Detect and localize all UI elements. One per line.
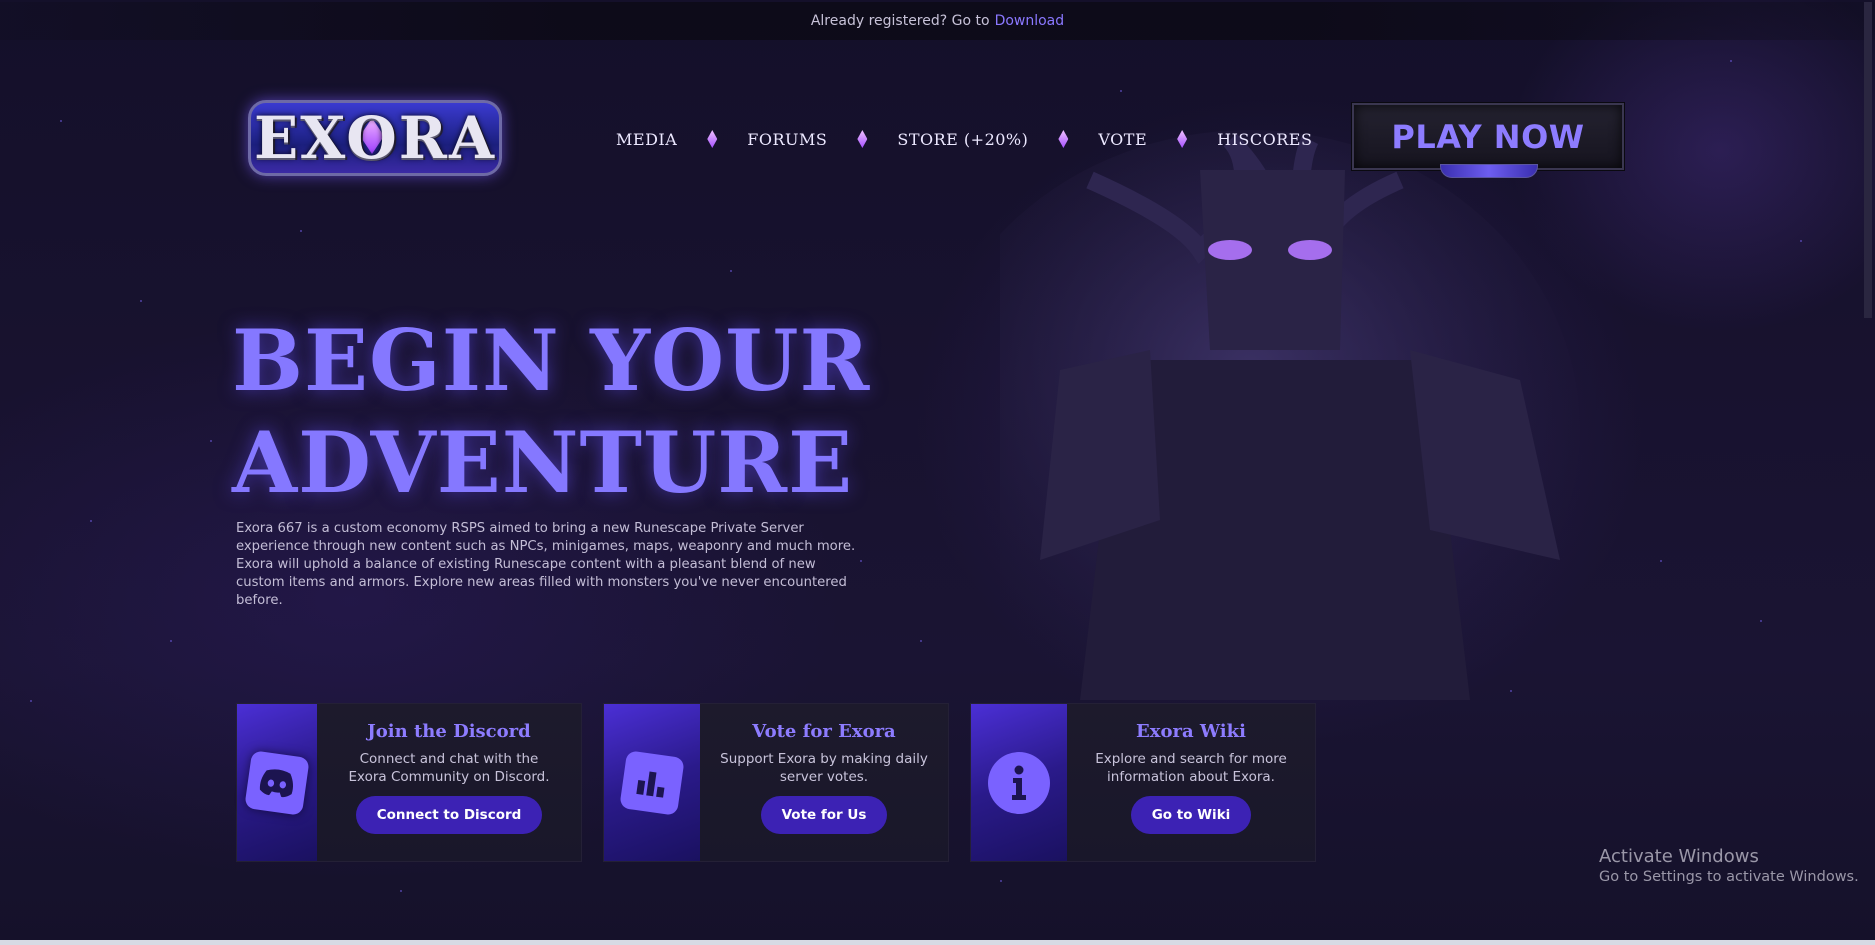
activate-windows-watermark: Activate Windows Go to Settings to activ… (1599, 846, 1859, 885)
nav-store[interactable]: STORE (+20%) (897, 130, 1028, 149)
main-nav: MEDIA FORUMS STORE (+20%) VOTE HISCORES (616, 124, 1312, 154)
discord-card: Join the Discord Connect and chat with t… (236, 703, 582, 862)
download-link[interactable]: Download (995, 13, 1065, 29)
exora-logo[interactable]: EXORA (242, 90, 508, 186)
card-body: Join the Discord Connect and chat with t… (317, 704, 581, 861)
info-icon (988, 751, 1050, 814)
activate-windows-subtitle: Go to Settings to activate Windows. (1599, 869, 1859, 885)
card-title: Exora Wiki (1136, 721, 1246, 742)
card-icon-panel (971, 704, 1067, 861)
nav-forums[interactable]: FORUMS (747, 130, 827, 149)
hero-title-line2: ADVENTURE (232, 413, 854, 512)
wiki-card: Exora Wiki Explore and search for more i… (970, 703, 1316, 862)
scrollbar-thumb[interactable] (1864, 2, 1872, 318)
registered-text: Already registered? Go to (810, 13, 990, 29)
play-now-label: PLAY NOW (1391, 117, 1585, 156)
card-title: Vote for Exora (752, 721, 896, 742)
diamond-separator-icon (1058, 130, 1069, 148)
feature-cards: Join the Discord Connect and chat with t… (236, 703, 1316, 862)
diamond-separator-icon (857, 130, 868, 148)
nav-hiscores[interactable]: HISCORES (1217, 130, 1312, 149)
go-to-wiki-button[interactable]: Go to Wiki (1130, 796, 1252, 834)
hero-title-line1: BEGIN YOUR (232, 311, 871, 410)
chart-icon (619, 749, 685, 816)
vote-card: Vote for Exora Support Exora by making d… (603, 703, 949, 862)
hero-title: BEGIN YOUR ADVENTURE (232, 310, 952, 514)
activate-windows-title: Activate Windows (1599, 846, 1759, 867)
nav-media[interactable]: MEDIA (616, 130, 677, 149)
card-title: Join the Discord (367, 721, 531, 742)
logo-text: EXORA (254, 104, 496, 172)
card-text: Explore and search for more information … (1095, 751, 1287, 785)
card-icon-panel (604, 704, 700, 861)
connect-discord-button[interactable]: Connect to Discord (355, 796, 543, 834)
play-now-button[interactable]: PLAY NOW (1351, 102, 1625, 171)
diamond-separator-icon (707, 130, 718, 148)
card-text: Support Exora by making daily server vot… (720, 751, 928, 785)
play-button-ornament (1440, 164, 1538, 178)
card-body: Exora Wiki Explore and search for more i… (1067, 704, 1315, 861)
demon-knight-illustration (1000, 130, 1580, 700)
card-text: Connect and chat with the Exora Communit… (348, 751, 550, 785)
diamond-separator-icon (1177, 130, 1188, 148)
taskbar-edge (0, 940, 1875, 945)
card-body: Vote for Exora Support Exora by making d… (700, 704, 948, 861)
nav-vote[interactable]: VOTE (1098, 130, 1147, 149)
card-icon-panel (237, 704, 317, 861)
discord-icon (244, 749, 310, 816)
top-announcement-bar: Already registered? Go to Download (0, 2, 1875, 40)
hero-description: Exora 667 is a custom economy RSPS aimed… (236, 521, 856, 608)
vote-button[interactable]: Vote for Us (760, 796, 888, 834)
